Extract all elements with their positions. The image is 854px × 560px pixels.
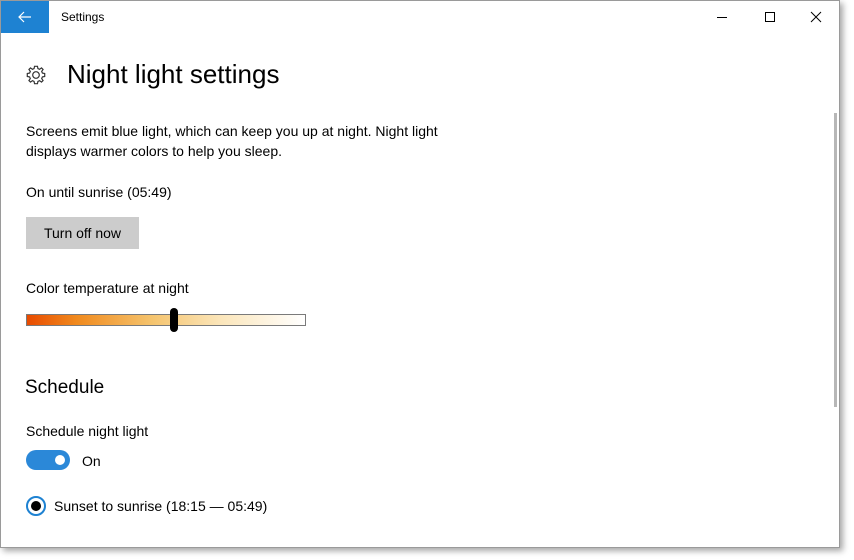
toggle-state-label: On bbox=[82, 453, 101, 469]
schedule-heading: Schedule bbox=[25, 377, 105, 398]
night-light-description: Screens emit blue light, which can keep … bbox=[26, 123, 438, 159]
toggle-knob bbox=[55, 455, 65, 465]
color-temperature-slider-thumb[interactable] bbox=[170, 308, 179, 332]
night-light-status: On until sunrise (05:49) bbox=[26, 184, 172, 200]
sunset-to-sunrise-radio[interactable] bbox=[26, 496, 46, 516]
back-button[interactable] bbox=[1, 1, 49, 33]
color-temperature-label: Color temperature at night bbox=[26, 280, 189, 296]
page-header: Night light settings bbox=[25, 59, 279, 91]
radio-selected-dot bbox=[31, 501, 41, 511]
arrow-left-icon bbox=[18, 11, 31, 23]
gear-icon bbox=[26, 65, 46, 85]
title-bar: Settings bbox=[1, 1, 839, 33]
sunset-to-sunrise-label: Sunset to sunrise (18:15 — 05:49) bbox=[54, 498, 268, 514]
maximize-icon bbox=[765, 12, 775, 22]
maximize-button[interactable] bbox=[747, 1, 793, 33]
close-button[interactable] bbox=[793, 1, 839, 33]
settings-window: Settings Night light settings Screens em… bbox=[0, 0, 840, 548]
close-icon bbox=[810, 11, 822, 23]
schedule-night-light-label: Schedule night light bbox=[26, 423, 149, 439]
turn-off-now-button[interactable]: Turn off now bbox=[26, 217, 139, 249]
page-title: Night light settings bbox=[67, 59, 280, 89]
color-temperature-slider[interactable] bbox=[26, 314, 306, 326]
scrollbar[interactable] bbox=[834, 113, 837, 407]
minimize-button[interactable] bbox=[699, 1, 745, 33]
schedule-night-light-toggle[interactable] bbox=[26, 450, 70, 470]
app-title: Settings bbox=[61, 10, 105, 24]
minimize-icon bbox=[717, 17, 727, 18]
